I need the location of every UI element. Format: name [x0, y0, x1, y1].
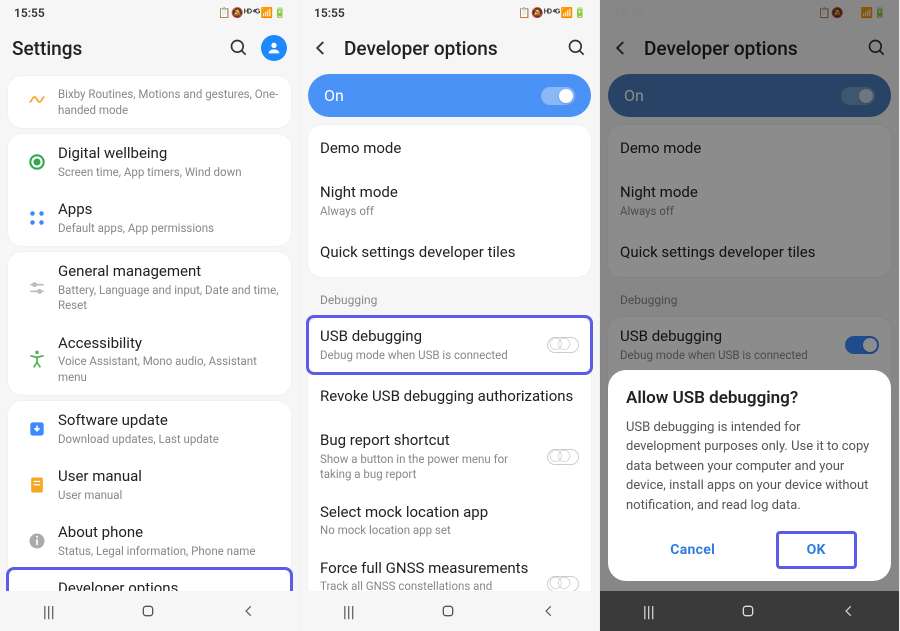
row-title: Revoke USB debugging authorizations: [320, 387, 579, 407]
row-revoke-auth[interactable]: Revoke USB debugging authorizations: [308, 373, 591, 421]
navbar: |||: [300, 591, 599, 631]
row-sub: User manual: [58, 488, 279, 504]
status-icons: 📋 🔕 ᴴᴰ ⁴ᴳ 📶 🔋: [518, 8, 585, 19]
ok-button[interactable]: OK: [776, 531, 857, 569]
on-label: On: [324, 86, 344, 105]
row-sub: Default apps, App permissions: [58, 221, 279, 237]
row-sub: Screen time, App timers, Wind down: [58, 165, 279, 181]
page-title: Settings: [12, 37, 229, 60]
usb-debugging-dialog: Allow USB debugging? USB debugging is in…: [608, 370, 891, 582]
row-title: Digital wellbeing: [58, 144, 279, 164]
section-debugging: Debugging: [306, 283, 593, 311]
status-time: 15:55: [314, 6, 345, 20]
row-title: Bug report shortcut: [320, 431, 539, 451]
navbar: |||: [600, 591, 899, 631]
row-title: About phone: [58, 523, 279, 543]
usb-debugging-toggle[interactable]: [547, 337, 579, 353]
header: Developer options: [300, 26, 599, 70]
row-general[interactable]: General managementBattery, Language and …: [8, 252, 291, 324]
row-usb-debugging[interactable]: USB debuggingDebug mode when USB is conn…: [308, 317, 591, 373]
statusbar: 15:55 📋 🔕 ᴴᴰ ⁴ᴳ 📶 🔋: [300, 0, 599, 26]
page-title: Developer options: [344, 37, 567, 60]
nav-home[interactable]: [140, 603, 156, 619]
statusbar: 15:55 📋 🔕 ᴴᴰ ⁴ᴳ 📶 🔋: [0, 0, 299, 26]
row-update[interactable]: Software updateDownload updates, Last up…: [8, 401, 291, 457]
screen-devoptions: 15:55 📋 🔕 ᴴᴰ ⁴ᴳ 📶 🔋 Developer options On…: [300, 0, 600, 631]
row-mock-location[interactable]: Select mock location appNo mock location…: [308, 493, 591, 549]
dev-list[interactable]: On Demo mode Night modeAlways off Quick …: [300, 70, 599, 591]
row-title: USB debugging: [320, 327, 539, 347]
nav-back[interactable]: [542, 604, 556, 618]
profile-icon[interactable]: [261, 35, 287, 61]
accessibility-icon: [20, 349, 54, 369]
row-sub: Status, Legal information, Phone name: [58, 544, 279, 560]
gnss-toggle[interactable]: [547, 576, 579, 591]
row-sub: Bixby Routines, Motions and gestures, On…: [58, 87, 279, 118]
row-bug-report[interactable]: Bug report shortcutShow a button in the …: [308, 421, 591, 493]
update-icon: [20, 419, 54, 439]
row-sub: Voice Assistant, Mono audio, Assistant m…: [58, 354, 279, 385]
nav-back[interactable]: [842, 604, 856, 618]
row-sub: Battery, Language and input, Date and ti…: [58, 283, 279, 314]
wellbeing-icon: [20, 152, 54, 172]
search-icon[interactable]: [567, 38, 587, 58]
search-icon[interactable]: [229, 38, 249, 58]
nav-home[interactable]: [740, 603, 756, 619]
status-icons: 📋 🔕 ᴴᴰ ⁴ᴳ 📶 🔋: [218, 8, 285, 19]
apps-icon: [20, 209, 54, 227]
general-icon: [20, 278, 54, 298]
nav-recents[interactable]: |||: [643, 602, 655, 621]
row-bixby[interactable]: Bixby Routines, Motions and gestures, On…: [8, 76, 291, 128]
cancel-button[interactable]: Cancel: [642, 534, 743, 566]
row-about[interactable]: About phoneStatus, Legal information, Ph…: [8, 513, 291, 569]
row-night-mode[interactable]: Night modeAlways off: [308, 173, 591, 229]
row-demo-mode[interactable]: Demo mode: [308, 125, 591, 173]
nav-recents[interactable]: |||: [43, 602, 55, 621]
row-title: Accessibility: [58, 334, 279, 354]
row-title: Select mock location app: [320, 503, 579, 523]
nav-recents[interactable]: |||: [343, 602, 355, 621]
row-wellbeing[interactable]: Digital wellbeingScreen time, App timers…: [8, 134, 291, 190]
nav-home[interactable]: [440, 603, 456, 619]
dialog-actions: Cancel OK: [626, 531, 873, 569]
row-title: Force full GNSS measurements: [320, 559, 539, 579]
row-manual[interactable]: User manualUser manual: [8, 457, 291, 513]
screen-settings: 15:55 📋 🔕 ᴴᴰ ⁴ᴳ 📶 🔋 Settings Bixby Routi…: [0, 0, 300, 631]
row-gnss[interactable]: Force full GNSS measurementsTrack all GN…: [308, 549, 591, 591]
row-quick-tiles[interactable]: Quick settings developer tiles: [308, 229, 591, 277]
row-sub: Track all GNSS constellations and freque…: [320, 579, 539, 591]
master-toggle-row[interactable]: On: [308, 74, 591, 117]
row-apps[interactable]: AppsDefault apps, App permissions: [8, 190, 291, 246]
row-title: User manual: [58, 467, 279, 487]
row-developer-options[interactable]: Developer optionsDeveloper options: [8, 569, 291, 591]
row-sub: Show a button in the power menu for taki…: [320, 452, 539, 483]
row-title: Night mode: [320, 183, 579, 203]
row-sub: No mock location app set: [320, 523, 579, 539]
row-sub: Download updates, Last update: [58, 432, 279, 448]
manual-icon: [20, 475, 54, 495]
row-sub: Always off: [320, 204, 579, 220]
row-title: Developer options: [58, 579, 279, 591]
row-title: General management: [58, 262, 279, 282]
settings-list[interactable]: Bixby Routines, Motions and gestures, On…: [0, 70, 299, 591]
screen-dialog: 15:55 📋 🔕 ᴴᴰ ⁴ᴳ 📶 🔋 Developer options On…: [600, 0, 900, 631]
row-sub: Debug mode when USB is connected: [320, 348, 539, 364]
navbar: |||: [0, 591, 299, 631]
advanced-icon: [20, 92, 54, 112]
dialog-body: USB debugging is intended for developmen…: [626, 418, 873, 516]
master-toggle[interactable]: [541, 87, 575, 105]
status-time: 15:55: [14, 6, 45, 20]
row-title: Demo mode: [320, 139, 579, 159]
bug-report-toggle[interactable]: [547, 449, 579, 465]
header: Settings: [0, 26, 299, 70]
about-icon: [20, 531, 54, 551]
row-title: Apps: [58, 200, 279, 220]
modal-overlay: Allow USB debugging? USB debugging is in…: [600, 0, 899, 631]
row-title: Quick settings developer tiles: [320, 243, 579, 263]
row-accessibility[interactable]: AccessibilityVoice Assistant, Mono audio…: [8, 324, 291, 396]
row-title: Software update: [58, 411, 279, 431]
dialog-title: Allow USB debugging?: [626, 388, 873, 408]
nav-back[interactable]: [242, 604, 256, 618]
back-icon[interactable]: [312, 39, 330, 57]
